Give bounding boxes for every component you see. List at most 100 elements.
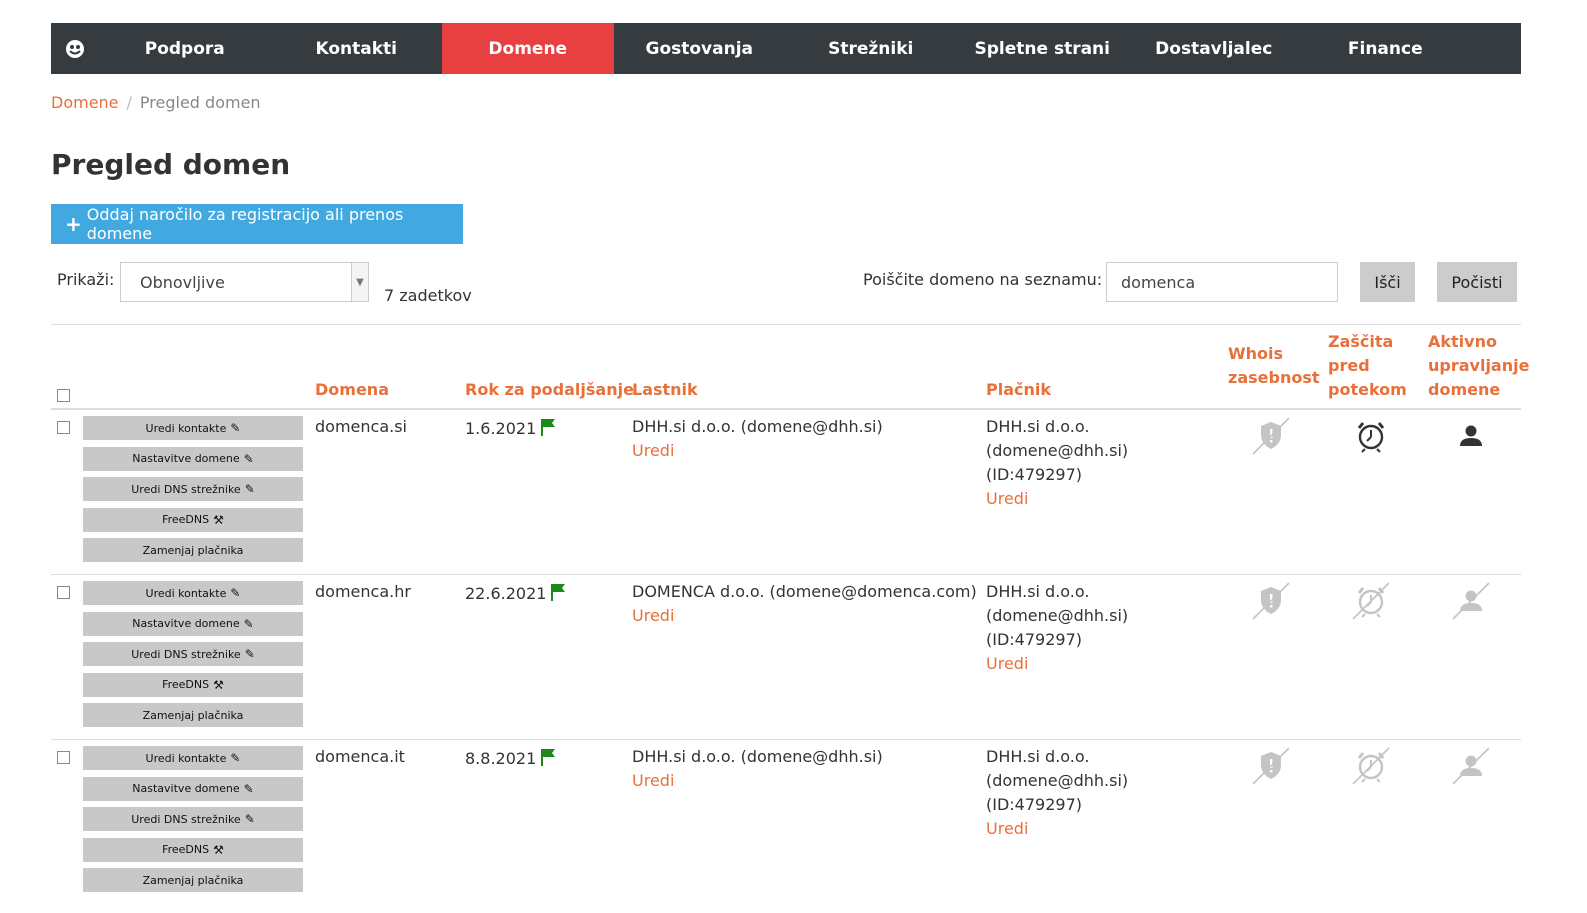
- plus-icon: +: [65, 212, 82, 236]
- domain-name[interactable]: domenca.hr: [315, 580, 411, 604]
- action-button-3[interactable]: FreeDNS ⚒: [83, 837, 303, 862]
- page-title: Pregled domen: [51, 148, 291, 181]
- action-button-label: Zamenjaj plačnika: [142, 708, 244, 722]
- shield-disabled-icon[interactable]: [1249, 414, 1293, 458]
- clear-button[interactable]: Počisti: [1437, 262, 1517, 302]
- action-button-2[interactable]: Uredi DNS strežnike ✎: [83, 642, 303, 666]
- row-checkbox[interactable]: [57, 421, 70, 434]
- action-button-label: Uredi DNS strežnike: [131, 812, 241, 826]
- owner-edit-link[interactable]: Uredi: [632, 769, 883, 793]
- action-button-4[interactable]: Zamenjaj plačnika: [83, 868, 303, 892]
- action-button-1[interactable]: Nastavitve domene ✎: [83, 776, 303, 801]
- nav-item-spletne-strani[interactable]: Spletne strani: [957, 23, 1129, 74]
- action-button-label: FreeDNS: [162, 678, 210, 691]
- column-header-payer[interactable]: Plačnik: [986, 378, 1051, 402]
- alarm-clock-disabled-icon[interactable]: [1349, 579, 1393, 623]
- alarm-clock-disabled-icon[interactable]: [1349, 744, 1393, 788]
- payer-cell: DHH.si d.o.o. (domene@dhh.si) (ID:479297) U…: [986, 580, 1128, 676]
- nav-item-strezniki[interactable]: Strežniki: [785, 23, 957, 74]
- payer-edit-link[interactable]: Uredi: [986, 817, 1128, 841]
- column-header-active-line: domene: [1428, 380, 1501, 399]
- row-checkbox[interactable]: [57, 586, 70, 599]
- breadcrumb-domene-link[interactable]: Domene: [51, 93, 119, 112]
- owner-cell: DHH.si d.o.o. (domene@dhh.si) Uredi: [632, 745, 883, 793]
- domain-name[interactable]: domenca.it: [315, 745, 405, 769]
- user-icon[interactable]: [1449, 414, 1493, 458]
- pencil-icon: ✎: [243, 451, 254, 466]
- action-button-4[interactable]: Zamenjaj plačnika: [83, 703, 303, 727]
- action-button-2[interactable]: Uredi DNS strežnike ✎: [83, 477, 303, 501]
- action-button-0[interactable]: Uredi kontakte ✎: [83, 416, 303, 440]
- column-header-expiry-protection[interactable]: Zaščita pred potekom: [1328, 330, 1407, 402]
- action-button-label: FreeDNS: [162, 843, 210, 856]
- pencil-icon: ✎: [230, 586, 241, 600]
- payer-cell: DHH.si d.o.o. (domene@dhh.si) (ID:479297) U…: [986, 745, 1128, 841]
- payer-cell: DHH.si d.o.o. (domene@dhh.si) (ID:479297) U…: [986, 415, 1128, 511]
- filter-selected-value: Obnovljive: [140, 272, 225, 292]
- column-header-expiry-line: pred: [1328, 356, 1370, 375]
- column-header-whois-privacy[interactable]: Whois zasebnost: [1228, 342, 1320, 390]
- renewal-cell: 22.6.2021: [465, 582, 566, 608]
- breadcrumb-separator: /: [126, 93, 132, 112]
- payer-edit-link[interactable]: Uredi: [986, 487, 1128, 511]
- action-button-2[interactable]: Uredi DNS strežnike ✎: [83, 807, 303, 831]
- nav-item-dostavljalec[interactable]: Dostavljalec: [1128, 23, 1300, 74]
- nav-item-podpora[interactable]: Podpora: [99, 23, 271, 74]
- owner-cell: DHH.si d.o.o. (domene@dhh.si) Uredi: [632, 415, 883, 463]
- select-all-checkbox[interactable]: [57, 389, 70, 402]
- filter-select[interactable]: Obnovljive ▼: [120, 262, 369, 302]
- action-button-3[interactable]: FreeDNS ⚒: [83, 672, 303, 697]
- wrench-icon: ⚒: [213, 842, 224, 857]
- action-button-4[interactable]: Zamenjaj plačnika: [83, 538, 303, 562]
- payer-email: (domene@dhh.si): [986, 606, 1129, 625]
- column-header-renewal[interactable]: Rok za podaljšanje: [465, 378, 634, 402]
- user-disabled-icon[interactable]: [1449, 579, 1493, 623]
- column-header-owner[interactable]: Lastnik: [632, 378, 698, 402]
- row-checkbox[interactable]: [57, 751, 70, 764]
- payer-id: (ID:479297): [986, 795, 1082, 814]
- alarm-clock-icon[interactable]: [1349, 414, 1393, 458]
- logo-icon[interactable]: [51, 23, 99, 74]
- nav-item-domene[interactable]: Domene: [442, 23, 614, 74]
- wrench-icon: ⚒: [213, 512, 224, 527]
- column-header-domain[interactable]: Domena: [315, 378, 389, 402]
- payer-edit-link[interactable]: Uredi: [986, 652, 1128, 676]
- user-disabled-icon[interactable]: [1449, 744, 1493, 788]
- column-header-active-management[interactable]: Aktivno upravljanje domene: [1428, 330, 1529, 402]
- nav-item-finance[interactable]: Finance: [1300, 23, 1472, 74]
- action-button-0[interactable]: Uredi kontakte ✎: [83, 581, 303, 605]
- shield-disabled-icon[interactable]: [1249, 579, 1293, 623]
- add-domain-order-button[interactable]: + Oddaj naročilo za registracijo ali pre…: [51, 204, 463, 244]
- owner-name: DOMENCA d.o.o. (domene@domenca.com): [632, 582, 977, 601]
- payer-name: DHH.si d.o.o.: [986, 582, 1090, 601]
- filter-label: Prikaži:: [57, 270, 115, 289]
- payer-id: (ID:479297): [986, 630, 1082, 649]
- column-header-active-line: upravljanje: [1428, 356, 1530, 375]
- nav-item-kontakti[interactable]: Kontakti: [271, 23, 443, 74]
- owner-edit-link[interactable]: Uredi: [632, 439, 883, 463]
- action-button-0[interactable]: Uredi kontakte ✎: [83, 746, 303, 770]
- search-input[interactable]: [1106, 262, 1338, 302]
- action-button-label: Uredi kontakte: [145, 586, 227, 600]
- search-button[interactable]: Išči: [1360, 262, 1415, 302]
- flag-icon: [540, 748, 556, 773]
- flag-icon: [550, 583, 566, 608]
- renewal-cell: 1.6.2021: [465, 417, 556, 443]
- action-button-3[interactable]: FreeDNS ⚒: [83, 507, 303, 532]
- action-button-label: FreeDNS: [162, 513, 210, 526]
- owner-cell: DOMENCA d.o.o. (domene@domenca.com) Uredi: [632, 580, 977, 628]
- owner-name: DHH.si d.o.o. (domene@dhh.si): [632, 747, 883, 766]
- nav-item-gostovanja[interactable]: Gostovanja: [614, 23, 786, 74]
- payer-email: (domene@dhh.si): [986, 771, 1129, 790]
- action-button-1[interactable]: Nastavitve domene ✎: [83, 611, 303, 636]
- action-button-1[interactable]: Nastavitve domene ✎: [83, 446, 303, 471]
- flag-icon: [540, 418, 556, 443]
- payer-name: DHH.si d.o.o.: [986, 747, 1090, 766]
- row-divider: [51, 739, 1521, 740]
- shield-disabled-icon[interactable]: [1249, 744, 1293, 788]
- owner-edit-link[interactable]: Uredi: [632, 604, 977, 628]
- action-button-label: Uredi DNS strežnike: [131, 647, 241, 661]
- domain-name[interactable]: domenca.si: [315, 415, 407, 439]
- breadcrumb-current: Pregled domen: [139, 93, 261, 112]
- action-button-label: Nastavitve domene: [132, 452, 240, 465]
